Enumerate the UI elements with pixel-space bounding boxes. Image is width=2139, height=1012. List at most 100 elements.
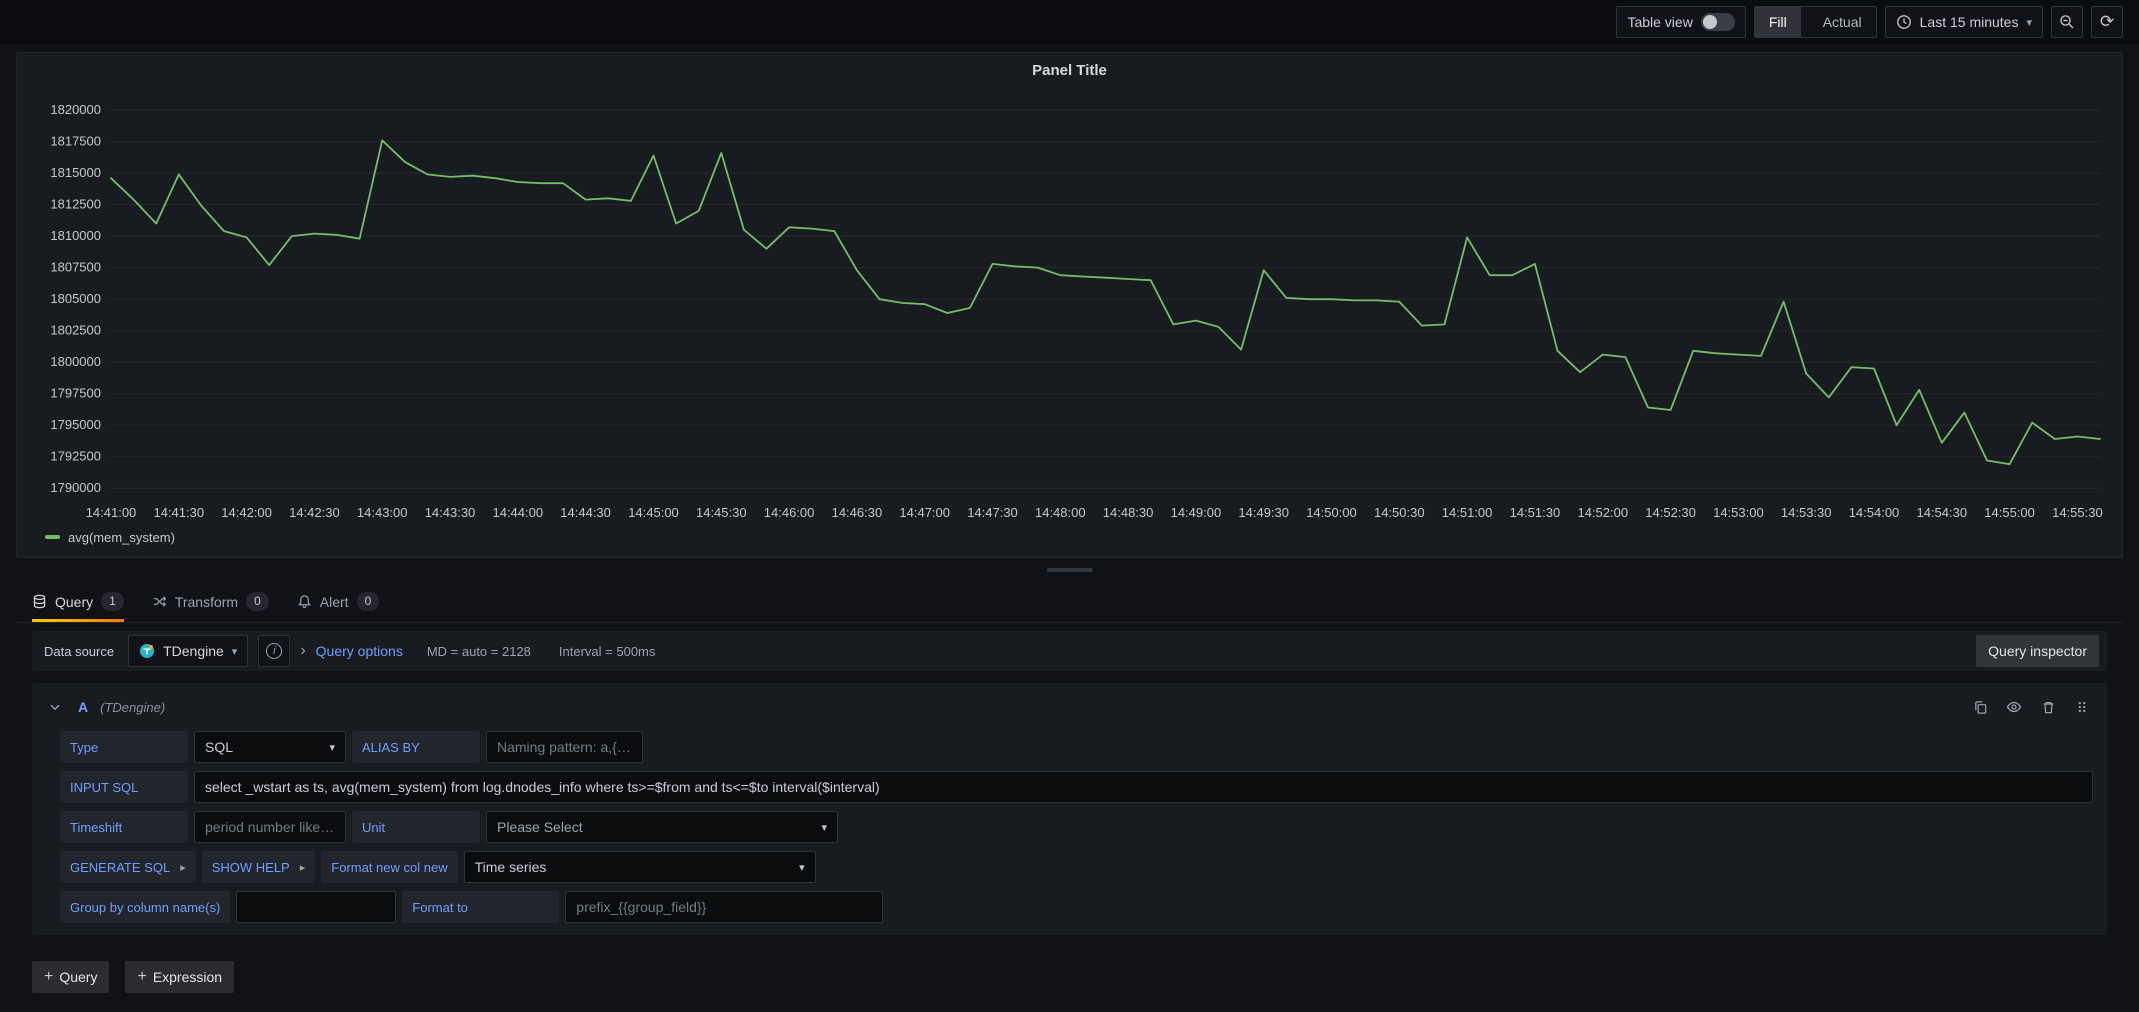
svg-text:1802500: 1802500 xyxy=(50,323,101,338)
svg-text:14:47:00: 14:47:00 xyxy=(899,505,950,520)
series-line xyxy=(111,140,2100,464)
drag-handle[interactable] xyxy=(2071,700,2093,714)
time-range-picker[interactable]: Last 15 minutes ▾ xyxy=(1885,6,2043,38)
chevron-down-icon: ▾ xyxy=(799,861,805,874)
svg-text:1797500: 1797500 xyxy=(50,386,101,401)
chevron-down-icon: ▾ xyxy=(232,645,238,658)
chevron-right-icon: › xyxy=(300,642,305,660)
fill-actual-group: Fill Actual xyxy=(1754,6,1877,38)
svg-text:14:45:30: 14:45:30 xyxy=(696,505,747,520)
table-view-toggle-group[interactable]: Table view xyxy=(1616,6,1745,38)
query-editor-card: A (TDengine) Type SQL ▾ xyxy=(32,683,2107,935)
axis-tick-labels: 1790000179250017950001797500180000018025… xyxy=(50,102,2102,520)
max-data-points-summary: MD = auto = 2128 xyxy=(427,644,531,659)
add-query-button[interactable]: + Query xyxy=(32,961,109,993)
datasource-label: Data source xyxy=(40,644,118,659)
svg-text:14:49:30: 14:49:30 xyxy=(1238,505,1289,520)
query-row-header: A (TDengine) xyxy=(44,691,2093,723)
triangle-right-icon: ▸ xyxy=(300,861,306,874)
svg-text:14:42:00: 14:42:00 xyxy=(221,505,272,520)
svg-text:1805000: 1805000 xyxy=(50,291,101,306)
input-sql-field[interactable] xyxy=(194,771,2093,803)
svg-text:1792500: 1792500 xyxy=(50,449,101,464)
svg-text:14:42:30: 14:42:30 xyxy=(289,505,340,520)
pane-resize-handle[interactable] xyxy=(1047,568,1093,572)
plus-icon: + xyxy=(137,968,146,986)
generate-sql-button[interactable]: GENERATE SQL ▸ xyxy=(60,851,196,883)
bell-icon xyxy=(297,594,312,609)
tdengine-logo-icon xyxy=(139,643,155,659)
format-label: Format new col new xyxy=(321,851,457,883)
unit-value: Please Select xyxy=(497,819,813,835)
svg-text:14:54:30: 14:54:30 xyxy=(1916,505,1967,520)
add-expression-button[interactable]: + Expression xyxy=(125,961,234,993)
table-view-switch[interactable] xyxy=(1701,13,1735,31)
triangle-right-icon: ▸ xyxy=(180,861,186,874)
show-help-label: SHOW HELP xyxy=(212,860,290,875)
timeseries-panel: Panel Title 1790000179250017950001797500… xyxy=(16,52,2123,558)
svg-text:14:48:30: 14:48:30 xyxy=(1103,505,1154,520)
legend-label[interactable]: avg(mem_system) xyxy=(68,530,175,545)
table-view-label: Table view xyxy=(1627,14,1692,30)
format-select[interactable]: Time series ▾ xyxy=(464,851,816,883)
generate-sql-label: GENERATE SQL xyxy=(70,860,170,875)
svg-text:14:41:30: 14:41:30 xyxy=(153,505,204,520)
datasource-name: TDengine xyxy=(163,643,224,659)
chevron-down-icon: ▾ xyxy=(329,741,335,754)
svg-text:1795000: 1795000 xyxy=(50,417,101,432)
alias-by-label: ALIAS BY xyxy=(352,731,480,763)
refresh-button[interactable]: ⟳ xyxy=(2091,6,2123,38)
query-header-row: Data source TDengine ▾ i › Query options… xyxy=(32,631,2107,671)
group-by-input[interactable] xyxy=(236,891,396,923)
tab-query-count: 1 xyxy=(101,592,124,611)
svg-text:1815000: 1815000 xyxy=(50,165,101,180)
timeshift-row: Timeshift Unit Please Select ▾ xyxy=(60,811,2093,843)
hide-query-button[interactable] xyxy=(2003,699,2025,715)
svg-text:14:52:30: 14:52:30 xyxy=(1645,505,1696,520)
svg-text:14:43:00: 14:43:00 xyxy=(357,505,408,520)
tab-alert[interactable]: Alert 0 xyxy=(297,581,379,622)
type-select[interactable]: SQL ▾ xyxy=(194,731,346,763)
unit-select[interactable]: Please Select ▾ xyxy=(486,811,838,843)
tab-transform-label: Transform xyxy=(175,594,238,610)
datasource-picker[interactable]: TDengine ▾ xyxy=(128,635,248,667)
show-help-button[interactable]: SHOW HELP ▸ xyxy=(202,851,316,883)
eye-icon xyxy=(2006,699,2022,715)
legend: avg(mem_system) xyxy=(27,525,2112,549)
tab-query[interactable]: Query 1 xyxy=(32,581,124,622)
alias-by-input[interactable] xyxy=(486,731,643,763)
info-icon: i xyxy=(266,643,282,659)
chevron-down-icon: ▾ xyxy=(821,821,827,834)
footer-actions: + Query + Expression xyxy=(32,961,2107,993)
duplicate-query-button[interactable] xyxy=(1969,700,1991,715)
zoom-out-button[interactable] xyxy=(2051,6,2083,38)
datasource-help-button[interactable]: i xyxy=(258,635,290,667)
svg-text:14:44:30: 14:44:30 xyxy=(560,505,611,520)
svg-text:1810000: 1810000 xyxy=(50,228,101,243)
interval-summary: Interval = 500ms xyxy=(559,644,655,659)
query-ref-id: A xyxy=(78,699,88,715)
query-inspector-button[interactable]: Query inspector xyxy=(1976,635,2099,667)
trash-icon xyxy=(2041,700,2056,715)
query-options-toggle[interactable]: Query options xyxy=(316,643,403,659)
collapse-chevron-icon[interactable] xyxy=(44,700,66,714)
tab-transform[interactable]: Transform 0 xyxy=(152,581,269,622)
time-range-label: Last 15 minutes xyxy=(1920,14,2019,30)
query-datasource-hint: (TDengine) xyxy=(100,700,165,715)
grip-dots-icon xyxy=(2075,700,2089,714)
group-by-label: Group by column name(s) xyxy=(60,891,230,923)
delete-query-button[interactable] xyxy=(2037,700,2059,715)
svg-text:1807500: 1807500 xyxy=(50,260,101,275)
svg-text:14:46:30: 14:46:30 xyxy=(832,505,883,520)
query-options-summary: MD = auto = 2128 Interval = 500ms xyxy=(427,644,656,659)
fill-option[interactable]: Fill xyxy=(1755,7,1801,37)
svg-text:1817500: 1817500 xyxy=(50,134,101,149)
editor-tabs: Query 1 Transform 0 Alert 0 xyxy=(16,581,2123,623)
format-to-input[interactable] xyxy=(565,891,883,923)
timeshift-input[interactable] xyxy=(194,811,346,843)
chart-plot[interactable]: 1790000179250017950001797500180000018025… xyxy=(27,85,2112,525)
actual-option[interactable]: Actual xyxy=(1809,7,1876,37)
input-sql-label: INPUT SQL xyxy=(60,771,188,803)
plus-icon: + xyxy=(44,968,53,986)
series-color-swatch xyxy=(45,535,60,539)
